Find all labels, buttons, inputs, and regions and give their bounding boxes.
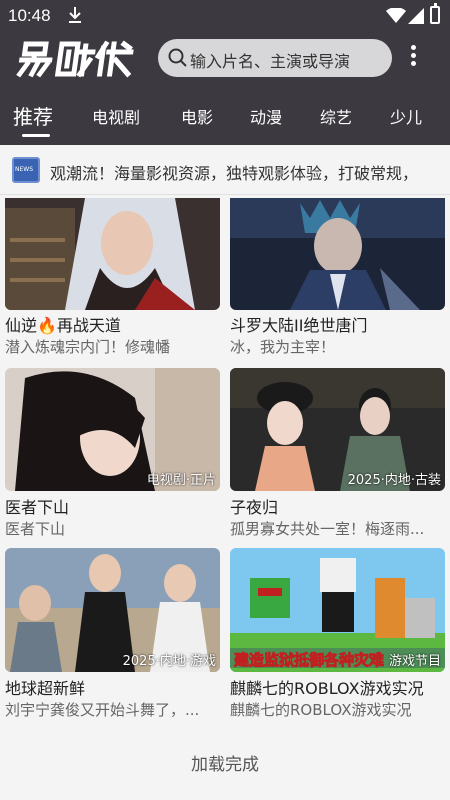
video-thumbnail[interactable] xyxy=(5,198,220,310)
load-complete-text: 加载完成 xyxy=(191,755,259,775)
video-badge: 2025·内地·古装 xyxy=(347,473,441,488)
battery-icon xyxy=(430,3,440,24)
video-thumbnail[interactable]: 建造监狱抵御各种灾难 游戏节目 xyxy=(230,548,445,672)
app-logo[interactable] xyxy=(15,38,151,78)
video-title: 仙逆🔥再战天道 xyxy=(5,316,121,335)
video-subtitle: 麒麟七的ROBLOX游戏实况 xyxy=(230,701,412,719)
video-title: 麒麟七的ROBLOX游戏实况 xyxy=(230,679,424,698)
video-badge: 2025·内地·游戏 xyxy=(122,654,216,669)
video-subtitle: 孤男寡女共处一室！梅逐雨... xyxy=(230,520,425,538)
video-subtitle: 医者下山 xyxy=(5,520,66,538)
notice-text: 观潮流！海量影视资源，独特观影体验，打破常规， xyxy=(50,164,419,183)
more-menu-icon[interactable] xyxy=(406,42,420,72)
tab-movies[interactable]: 电影 xyxy=(181,104,213,128)
download-icon xyxy=(68,6,82,28)
video-title: 子夜归 xyxy=(230,498,279,517)
video-thumbnail[interactable]: 电视剧·正片 xyxy=(5,368,220,491)
video-thumbnail[interactable] xyxy=(230,198,445,310)
search-icon xyxy=(168,48,188,68)
news-icon xyxy=(12,157,40,183)
video-subtitle: 潜入炼魂宗内门！修魂幡 xyxy=(5,338,171,356)
notice-bar[interactable]: 观潮流！海量影视资源，独特观影体验，打破常规， xyxy=(0,147,450,195)
video-card[interactable]: 2025·内地·游戏 地球超新鲜 刘宇宁龚俊又开始斗舞了，... xyxy=(5,548,220,719)
search-bar[interactable]: 输入片名、主演或导演 xyxy=(158,39,392,77)
video-subtitle: 刘宇宁龚俊又开始斗舞了，... xyxy=(5,701,200,719)
category-tabs: 推荐 电视剧 电影 动漫 综艺 少儿 xyxy=(0,96,450,140)
tab-kids[interactable]: 少儿 xyxy=(390,104,422,128)
video-thumbnail[interactable]: 2025·内地·游戏 xyxy=(5,548,220,672)
status-bar: 10:48 xyxy=(0,0,450,32)
status-time: 10:48 xyxy=(8,6,51,25)
wifi-icon xyxy=(386,7,406,28)
active-tab-indicator xyxy=(22,134,50,137)
video-subtitle: 冰，我为主宰！ xyxy=(230,338,336,356)
signal-icon xyxy=(408,8,424,28)
tab-anime[interactable]: 动漫 xyxy=(250,104,282,128)
video-card[interactable]: 建造监狱抵御各种灾难 游戏节目 麒麟七的ROBLOX游戏实况 麒麟七的ROBLO… xyxy=(230,548,445,719)
tab-tv-series[interactable]: 电视剧 xyxy=(92,104,140,128)
video-card[interactable]: 斗罗大陆II绝世唐门 冰，我为主宰！ xyxy=(230,198,445,358)
tab-variety[interactable]: 综艺 xyxy=(320,104,352,128)
video-card[interactable]: 电视剧·正片 医者下山 医者下山 xyxy=(5,368,220,538)
video-card[interactable]: 2025·内地·古装 子夜归 孤男寡女共处一室！梅逐雨... xyxy=(230,368,445,538)
video-title: 地球超新鲜 xyxy=(5,679,86,698)
video-thumbnail[interactable]: 2025·内地·古装 xyxy=(230,368,445,491)
video-title: 斗罗大陆II绝世唐门 xyxy=(230,316,368,335)
video-card[interactable]: 仙逆🔥再战天道 潜入炼魂宗内门！修魂幡 xyxy=(5,198,220,358)
video-badge: 游戏节目 xyxy=(388,654,441,669)
app-header: 10:48 输入片名、主演或导演 推荐 电视剧 电影 动漫 综艺 少儿 xyxy=(0,0,450,145)
thumbnail-caption: 建造监狱抵御各种灾难 xyxy=(234,651,384,669)
search-input[interactable]: 输入片名、主演或导演 xyxy=(190,48,350,72)
video-badge: 电视剧·正片 xyxy=(146,473,216,488)
tab-recommend[interactable]: 推荐 xyxy=(13,101,53,130)
video-title: 医者下山 xyxy=(5,498,70,517)
